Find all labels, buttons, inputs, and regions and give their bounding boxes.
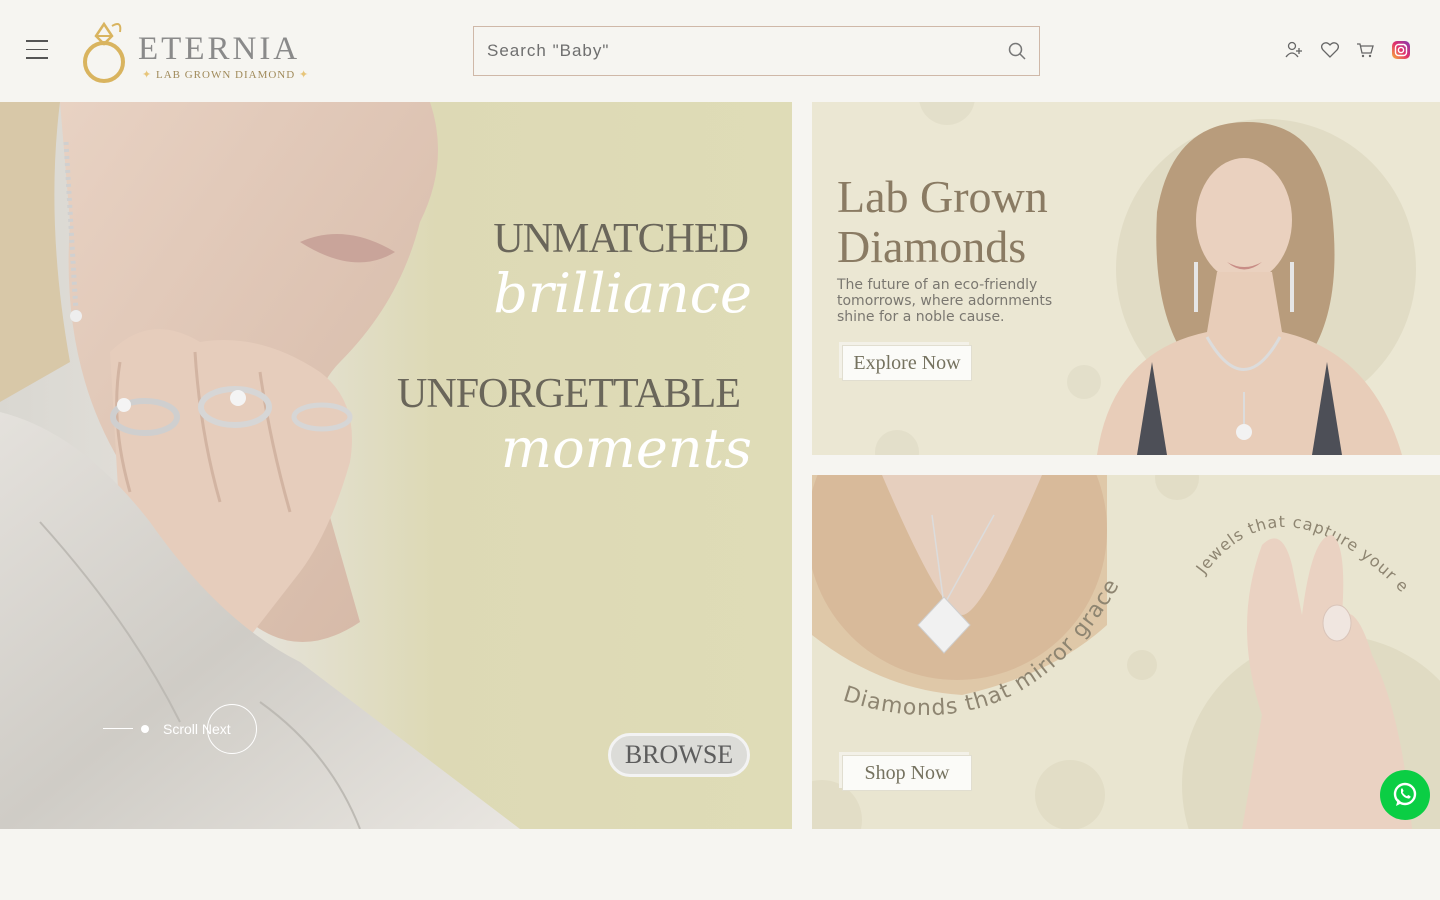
- site-header: ETERNIA ✦ LAB GROWN DIAMOND ✦: [0, 0, 1440, 102]
- cart-icon[interactable]: [1355, 40, 1375, 60]
- diamonds-grace-banner[interactable]: Diamonds that mirror grace Jewels that c…: [812, 475, 1440, 829]
- logo-tagline: ✦ LAB GROWN DIAMOND ✦: [142, 68, 309, 81]
- whatsapp-button[interactable]: [1380, 770, 1430, 820]
- menu-icon[interactable]: [26, 40, 48, 62]
- hero-heading-2: UNFORGETTABLE: [397, 371, 741, 417]
- explore-now-button[interactable]: Explore Now: [842, 345, 972, 381]
- scroll-dot: [141, 725, 149, 733]
- account-add-icon[interactable]: [1284, 40, 1304, 60]
- search-input[interactable]: [474, 27, 994, 75]
- hero-heading-1: UNMATCHED: [493, 216, 749, 262]
- shop-now-button[interactable]: Shop Now: [842, 755, 972, 791]
- browse-button[interactable]: BROWSE: [608, 733, 750, 777]
- scroll-next-label: Scroll Next: [163, 721, 231, 737]
- star-icon: ✦: [142, 69, 156, 81]
- logo-tagline-text: LAB GROWN DIAMOND: [155, 69, 296, 81]
- hero-script-1: brilliance: [493, 262, 752, 325]
- logo[interactable]: ETERNIA ✦ LAB GROWN DIAMOND ✦: [82, 16, 312, 88]
- search-icon[interactable]: [1007, 41, 1027, 61]
- lab-grown-banner[interactable]: Lab Grown Diamonds The future of an eco-…: [812, 102, 1440, 455]
- banner1-title-line-2: Diamonds: [837, 221, 1027, 272]
- instagram-icon[interactable]: [1391, 40, 1411, 60]
- banner1-subtitle-line-1: The future of an eco-friendly: [837, 277, 1038, 293]
- logo-name: ETERNIA: [138, 31, 301, 67]
- banner1-title: Lab Grown Diamonds: [837, 172, 1048, 272]
- banner1-subtitle-line-3: shine for a noble cause.: [837, 309, 1005, 325]
- ring-logo-icon: [83, 21, 125, 83]
- heart-icon[interactable]: [1320, 40, 1340, 60]
- hero-banner[interactable]: UNMATCHED brilliance UNFORGETTABLE momen…: [0, 102, 792, 829]
- scroll-line: [103, 728, 133, 729]
- whatsapp-icon: [1393, 782, 1417, 806]
- scroll-next-button[interactable]: Scroll Next: [103, 702, 263, 754]
- search-bar: [473, 26, 1040, 76]
- banner1-subtitle-line-2: tomorrows, where adornments: [837, 293, 1053, 309]
- banner1-title-line-1: Lab Grown: [837, 171, 1048, 222]
- banner1-subtitle: The future of an eco-friendly tomorrows,…: [837, 277, 1097, 325]
- star-icon: ✦: [295, 69, 310, 81]
- hero-script-2: moments: [500, 417, 752, 480]
